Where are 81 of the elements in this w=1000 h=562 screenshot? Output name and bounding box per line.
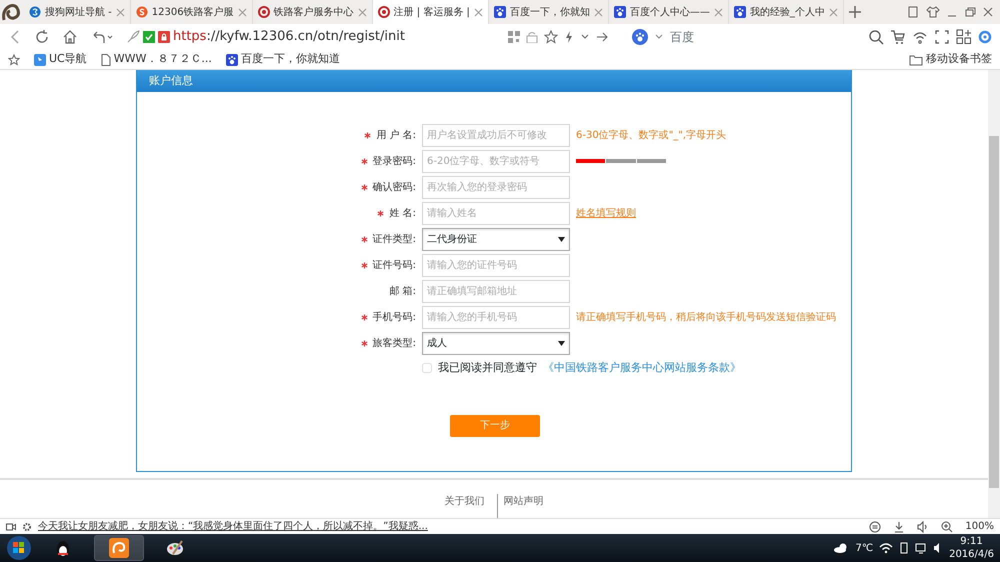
zoom-level: 100% xyxy=(965,520,994,534)
lightning-icon[interactable] xyxy=(564,30,574,44)
temperature-text: 7℃ xyxy=(855,542,874,556)
input-field[interactable]: 6-20位字母、数字或符号 xyxy=(422,150,570,172)
qr-code-icon[interactable] xyxy=(508,31,520,43)
field-label: 证件类型: xyxy=(372,232,416,246)
footer-link[interactable]: 关于我们 xyxy=(444,494,484,518)
zoom-in-icon[interactable] xyxy=(941,520,954,532)
close-icon[interactable] xyxy=(982,5,994,19)
input-field[interactable]: 请正确填写邮箱地址 xyxy=(422,280,570,302)
paw-icon xyxy=(614,6,626,18)
bookmark-link[interactable]: 移动设备书签 xyxy=(909,51,992,68)
list-icon[interactable] xyxy=(869,520,882,532)
input-field[interactable]: 请输入您的证件号码 xyxy=(422,254,570,276)
select-field[interactable]: 二代身份证 xyxy=(422,228,570,250)
select-field[interactable]: 成人 xyxy=(422,332,570,354)
field-label: 旅客类型: xyxy=(372,336,416,350)
rail-logo-icon xyxy=(378,6,390,18)
bookmark-link[interactable]: 百度一下，你就知道 xyxy=(226,51,340,68)
download-icon[interactable] xyxy=(893,520,906,532)
network-icon[interactable] xyxy=(915,542,928,554)
star-icon[interactable] xyxy=(8,54,20,66)
check-icon xyxy=(143,31,155,43)
news-link[interactable]: 今天我让女朋友减肥，女朋友说：“我感觉身体里面住了四个人，所以减不掉。”我疑惑... xyxy=(38,519,428,534)
paw-icon xyxy=(632,29,648,45)
panel-header: 账户信息 xyxy=(137,70,851,92)
terms-link[interactable]: 《中国铁路客户服务中心网站服务条款》 xyxy=(543,360,741,376)
home-icon[interactable] xyxy=(62,29,78,45)
forward-icon[interactable] xyxy=(596,30,608,44)
volume-icon[interactable] xyxy=(917,520,930,532)
field-label: 姓 名: xyxy=(389,206,416,220)
agree-checkbox[interactable] xyxy=(422,363,432,374)
scrollbar[interactable] xyxy=(988,70,1000,518)
paint-palette-icon[interactable] xyxy=(165,538,185,558)
shirt-icon[interactable] xyxy=(926,5,940,19)
caret-icon xyxy=(558,340,565,346)
address-field[interactable]: https://kyfw.12306.cn/otn/regist/init xyxy=(173,27,405,47)
paw-icon xyxy=(734,6,746,18)
s-logo-icon xyxy=(136,6,148,18)
tile-icon[interactable] xyxy=(906,5,920,19)
input-field[interactable]: 请输入姓名 xyxy=(422,202,570,224)
apps-icon[interactable] xyxy=(956,29,972,45)
field-label: 确认密码: xyxy=(372,180,416,194)
input-field[interactable]: 再次输入您的登录密码 xyxy=(422,176,570,198)
screenshot-icon[interactable] xyxy=(934,29,950,45)
lock-icon xyxy=(158,31,170,43)
camera-icon[interactable] xyxy=(6,522,16,532)
start-orb-icon[interactable] xyxy=(6,535,32,561)
bookmark-link[interactable]: WWW．８７２Ｃ... xyxy=(100,51,212,68)
search-field[interactable]: 百度 xyxy=(632,28,862,46)
star-icon[interactable] xyxy=(544,30,558,44)
weather-icon xyxy=(833,542,850,554)
uc-logo-icon xyxy=(34,54,46,66)
field-label: 邮 箱: xyxy=(389,284,416,298)
input-field[interactable]: 用户名设置成功后不可修改 xyxy=(422,124,570,146)
field-label: 证件号码: xyxy=(372,258,416,272)
settings-icon[interactable] xyxy=(22,522,32,532)
clock[interactable]: 9:11 2016/4/6 xyxy=(949,536,994,560)
rail-logo-icon xyxy=(258,6,270,18)
reload-icon[interactable] xyxy=(34,29,50,45)
hint-text: 请正确填写手机号码，稍后将向该手机号码发送短信验证码 xyxy=(576,310,836,324)
bookmark-link[interactable]: UC导航 xyxy=(34,51,87,68)
paw-icon xyxy=(494,6,506,18)
search-icon[interactable] xyxy=(868,29,884,45)
cart-icon[interactable] xyxy=(890,29,906,45)
swirl-logo-icon[interactable] xyxy=(978,30,992,44)
wifi-icon[interactable] xyxy=(879,542,894,554)
close-icon[interactable] xyxy=(474,8,483,16)
agree-text: 我已阅读并同意遵守 xyxy=(438,360,537,376)
browser-tab[interactable]: 注册 | 客运服务 | xyxy=(372,0,489,24)
caret-icon xyxy=(558,236,565,242)
hint-text: 6-30位字母、数字或"_",字母开头 xyxy=(576,128,726,142)
folder-icon xyxy=(909,54,923,66)
paw-icon xyxy=(226,54,238,66)
field-label: 登录密码: xyxy=(372,154,416,168)
page-icon xyxy=(100,54,111,66)
field-label: 手机号码: xyxy=(372,310,416,324)
field-label: 用 户 名: xyxy=(376,128,416,142)
phone-icon[interactable] xyxy=(899,542,910,554)
input-field[interactable]: 请输入您的手机号码 xyxy=(422,306,570,328)
restore-icon[interactable] xyxy=(964,5,976,19)
